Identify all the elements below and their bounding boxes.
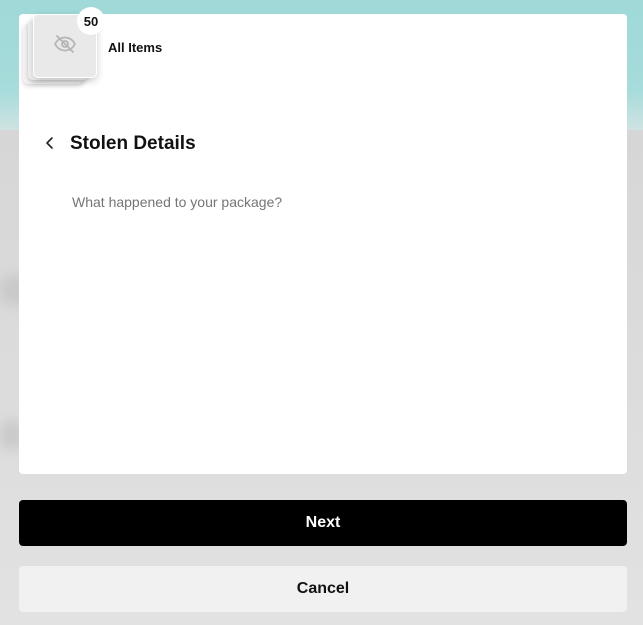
items-label: All Items — [108, 40, 163, 55]
next-button[interactable]: Next — [19, 500, 627, 546]
incident-description-input[interactable] — [72, 194, 592, 414]
item-thumbnail-stack: 50 — [23, 7, 105, 94]
cancel-button[interactable]: Cancel — [19, 566, 627, 612]
page-title: Stolen Details — [70, 133, 196, 154]
chevron-left-icon — [43, 136, 57, 155]
back-button[interactable] — [39, 134, 61, 156]
stolen-details-modal: 50 All Items Stolen Details — [19, 7, 627, 474]
eye-slash-icon — [53, 32, 77, 61]
item-count-badge: 50 — [77, 7, 105, 35]
